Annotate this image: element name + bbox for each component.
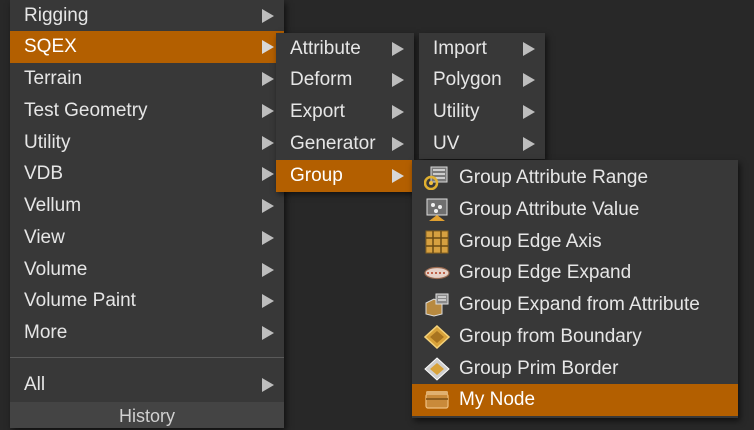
menu-item-export[interactable]: Export [276, 96, 414, 128]
menu-item-label: Group Attribute Range [459, 167, 649, 188]
submenu-arrow-icon [523, 73, 535, 87]
menu-item-label: Generator [290, 133, 376, 154]
submenu-arrow-icon [262, 294, 274, 308]
menu-item-label: Polygon [433, 69, 502, 90]
menu-item-polygon[interactable]: Polygon [419, 64, 545, 96]
menu-item-group-attribute-range[interactable]: Group Attribute Range [412, 162, 738, 194]
menu-item-label: Vellum [24, 195, 82, 216]
submenu-arrow-icon [392, 137, 404, 151]
submenu-sqex-right: Import Polygon Utility UV [419, 33, 545, 159]
menu-item-label: My Node [459, 389, 536, 410]
submenu-arrow-icon [392, 169, 404, 183]
menu-item-label: Group Expand from Attribute [459, 294, 700, 315]
menu-item-label: Group from Boundary [459, 326, 642, 347]
group-edge-axis-icon [425, 230, 449, 254]
submenu-sqex-left: Attribute Deform Export Generator Group [276, 33, 414, 192]
menu-item-vellum[interactable]: Vellum [10, 190, 284, 222]
submenu-arrow-icon [392, 42, 404, 56]
menu-item-label: Group Attribute Value [459, 199, 640, 220]
menu-item-group-prim-border[interactable]: Group Prim Border [412, 353, 738, 385]
submenu-arrow-icon [523, 42, 535, 56]
menu-item-label: Utility [24, 132, 71, 153]
menu-item-label: Volume Paint [24, 290, 136, 311]
menu-item-test-geometry[interactable]: Test Geometry [10, 95, 284, 127]
menu-item-my-node[interactable]: My Node [412, 384, 738, 416]
group-expand-from-attribute-icon [425, 293, 449, 317]
submenu-arrow-icon [262, 378, 274, 392]
menu-item-volume[interactable]: Volume [10, 254, 284, 286]
menu-item-label: Import [433, 38, 487, 59]
menu-item-sqex[interactable]: SQEX [10, 31, 284, 63]
menu-item-group-edge-axis[interactable]: Group Edge Axis [412, 226, 738, 258]
submenu-arrow-icon [392, 105, 404, 119]
submenu-arrow-icon [262, 263, 274, 277]
group-prim-border-icon [424, 357, 450, 381]
menu-item-label: Attribute [290, 38, 361, 59]
group-from-boundary-icon [424, 325, 450, 349]
menu-item-label: Export [290, 101, 345, 122]
menu-item-label: Group Edge Expand [459, 262, 632, 283]
submenu-arrow-icon [262, 40, 274, 54]
menu-item-label: Deform [290, 69, 353, 90]
menu-item-uv[interactable]: UV [419, 128, 545, 160]
menu-item-volume-paint[interactable]: Volume Paint [10, 285, 284, 317]
menu-item-label: Utility [433, 101, 480, 122]
menu-item-label: Test Geometry [24, 100, 148, 121]
menu-item-more[interactable]: More [10, 317, 284, 349]
menu-item-group-expand-from-attribute[interactable]: Group Expand from Attribute [412, 289, 738, 321]
submenu-arrow-icon [262, 104, 274, 118]
group-edge-expand-icon [424, 266, 450, 280]
menu-item-terrain[interactable]: Terrain [10, 63, 284, 95]
menu-item-group-from-boundary[interactable]: Group from Boundary [412, 321, 738, 353]
menu-item-view[interactable]: View [10, 222, 284, 254]
submenu-group: Group Attribute Range Group Attribute Va… [412, 160, 738, 418]
menu-item-rigging[interactable]: Rigging [10, 0, 284, 32]
menu-item-utility[interactable]: Utility [10, 127, 284, 159]
submenu-arrow-icon [392, 73, 404, 87]
menu-item-label: Group Edge Axis [459, 231, 602, 252]
menu-item-label: Rigging [24, 5, 89, 26]
submenu-arrow-icon [262, 72, 274, 86]
tab-menu-main: Rigging SQEX Terrain Test Geometry Utili… [10, 0, 284, 428]
submenu-arrow-icon [523, 105, 535, 119]
menu-separator [10, 357, 284, 358]
menu-item-label: Terrain [24, 68, 83, 89]
menu-item-generator[interactable]: Generator [276, 128, 414, 160]
submenu-arrow-icon [523, 137, 535, 151]
submenu-arrow-icon [262, 136, 274, 150]
menu-item-label: View [24, 227, 65, 248]
menu-item-vdb[interactable]: VDB [10, 158, 284, 190]
submenu-arrow-icon [262, 199, 274, 213]
menu-item-import[interactable]: Import [419, 33, 545, 65]
group-attribute-range-icon [424, 166, 448, 190]
menu-item-label: Group Prim Border [459, 358, 619, 379]
menu-item-label: VDB [24, 163, 64, 184]
submenu-arrow-icon [262, 231, 274, 245]
menu-item-label: UV [433, 133, 460, 154]
menu-item-utility-sqex[interactable]: Utility [419, 96, 545, 128]
submenu-arrow-icon [262, 167, 274, 181]
menu-item-all[interactable]: All [10, 369, 284, 401]
menu-item-label: More [24, 322, 68, 343]
menu-item-deform[interactable]: Deform [276, 64, 414, 96]
menu-item-label: Group [290, 165, 343, 186]
menu-item-group-attribute-value[interactable]: Group Attribute Value [412, 194, 738, 226]
menu-item-attribute[interactable]: Attribute [276, 33, 414, 65]
menu-item-label: All [24, 374, 46, 395]
submenu-arrow-icon [262, 326, 274, 340]
my-node-icon [425, 391, 449, 409]
menu-item-group[interactable]: Group [276, 160, 414, 192]
history-button[interactable]: History [10, 402, 284, 428]
menu-item-label: Volume [24, 259, 88, 280]
group-attribute-value-icon [426, 198, 448, 221]
menu-item-group-edge-expand[interactable]: Group Edge Expand [412, 257, 738, 289]
menu-item-label: SQEX [24, 36, 77, 57]
submenu-arrow-icon [262, 9, 274, 23]
